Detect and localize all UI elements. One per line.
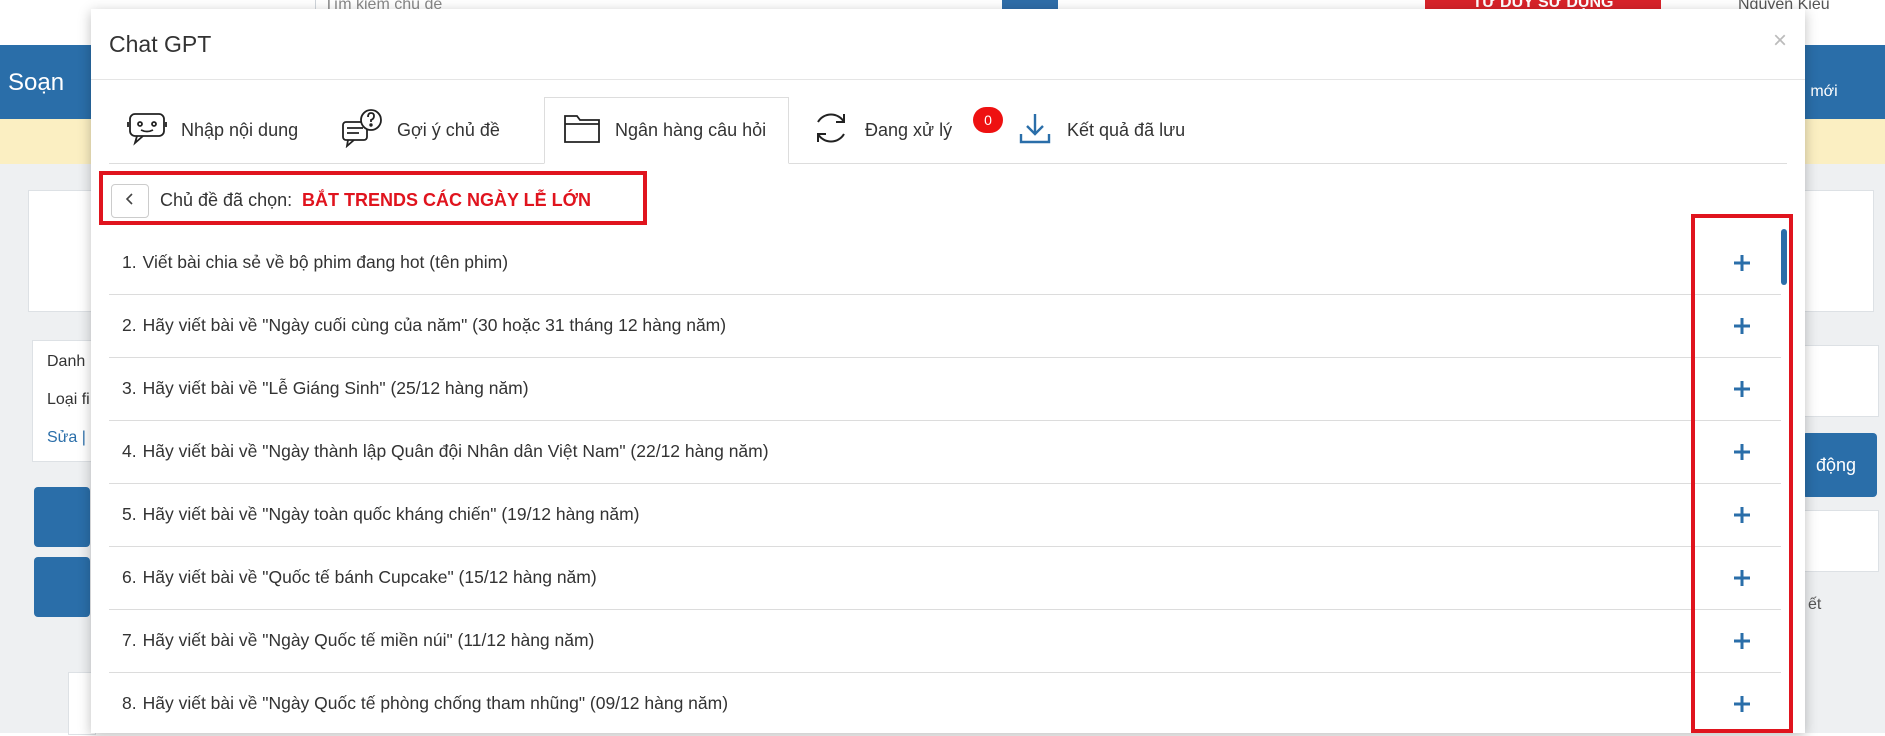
left-list: Danh Loại fi Sửa | [32,340,92,462]
chat-bot-icon [127,110,167,151]
tab-question-bank[interactable]: Ngân hàng câu hỏi [544,97,789,164]
tab-topic-suggestions[interactable]: Gợi ý chủ đề [341,97,516,163]
selected-topic-label: Chủ đề đã chọn: [160,190,293,210]
question-text: 7. Hãy viết bài về "Ngày Quốc tế miền núi… [122,630,595,650]
tab-processing[interactable]: Đang xử lý 0 [811,97,1011,163]
refresh-icon [811,108,851,153]
add-icon[interactable] [1729,502,1755,528]
tab-saved-results[interactable]: Kết quả đã lưu [1017,97,1217,163]
add-icon[interactable] [1729,376,1755,402]
question-text: 1. Viết bài chia sẻ về bộ phim đang hot (… [122,252,509,272]
download-icon [1017,110,1053,151]
right-panel [1802,510,1879,572]
edit-link[interactable]: Sửa | [47,429,86,447]
right-button[interactable]: động [1802,433,1877,497]
list-item: 4. Hãy viết bài về "Ngày thành lập Quân đ… [109,421,1781,484]
list-item: 2. Hãy viết bài về "Ngày cuối cùng của nă… [109,295,1781,358]
list-item: 1. Viết bài chia sẻ về bộ phim đang hot (… [109,232,1781,295]
list-item: 7. Hãy viết bài về "Ngày Quốc tế miền núi… [109,610,1781,673]
question-text: 3. Hãy viết bài về "Lễ Giáng Sinh" (25/12… [122,378,529,398]
question-text: 6. Hãy viết bài về "Quốc tế bánh Cupcake"… [122,567,597,587]
tab-bar: Nhập nội dung Gợi ý chủ đề Ngân hàng câu… [109,97,1787,164]
folder-icon [563,112,601,149]
add-icon[interactable] [1729,313,1755,339]
question-text: 5. Hãy viết bài về "Ngày toàn quốc kháng … [122,504,640,524]
tab-label: Kết quả đã lưu [1067,119,1186,140]
left-card [28,190,92,312]
nav-item-compose[interactable]: Soạn [8,69,64,97]
add-icon[interactable] [1729,250,1755,276]
question-text: 4. Hãy viết bài về "Ngày thành lập Quân đ… [122,441,769,461]
selected-topic-name: BẮT TRENDS CÁC NGÀY LỄ LỚN [302,190,592,210]
left-button[interactable] [34,487,90,547]
list-item: 5. Hãy viết bài về "Ngày toàn quốc kháng … [109,484,1781,547]
back-button[interactable] [111,184,149,218]
right-panel [1802,345,1879,417]
add-icon[interactable] [1729,565,1755,591]
tab-input-content[interactable]: Nhập nội dung [127,97,307,163]
list-item: 8. Hãy viết bài về "Ngày Quốc tế phòng ch… [109,673,1781,736]
modal-title: Chat GPT [109,31,212,57]
tab-label: Gợi ý chủ đề [397,119,500,140]
list-item: 6. Hãy viết bài về "Quốc tế bánh Cupcake"… [109,547,1781,610]
add-icon[interactable] [1729,628,1755,654]
right-text: ết [1808,596,1822,613]
add-icon[interactable] [1729,691,1755,717]
list-item: Danh [47,353,86,370]
right-button-label: động [1816,455,1857,475]
tab-label: Đang xử lý [865,119,953,140]
question-text: 8. Hãy viết bài về "Ngày Quốc tế phòng ch… [122,693,729,713]
right-card [1802,190,1874,312]
chevron-left-icon [124,192,136,211]
tab-label: Nhập nội dung [181,119,299,140]
left-button[interactable] [34,557,90,617]
tab-label: Ngân hàng câu hỏi [615,120,767,140]
question-list: 1. Viết bài chia sẻ về bộ phim đang hot (… [109,232,1781,736]
list-item: 3. Hãy viết bài về "Lễ Giáng Sinh" (25/12… [109,358,1781,421]
add-icon[interactable] [1729,439,1755,465]
list-scrollbar[interactable] [1781,229,1787,285]
question-text: 2. Hãy viết bài về "Ngày cuối cùng của nă… [122,315,727,335]
close-icon[interactable]: × [1773,27,1787,55]
chat-gpt-modal: Chat GPT × Nhập nội dung Gợi ý chủ đề Ng… [91,9,1805,736]
question-chat-icon [341,108,383,153]
modal-header: Chat GPT × [91,9,1805,80]
processing-count-badge: 0 [973,107,1003,133]
list-item: Loại fi [47,391,90,408]
